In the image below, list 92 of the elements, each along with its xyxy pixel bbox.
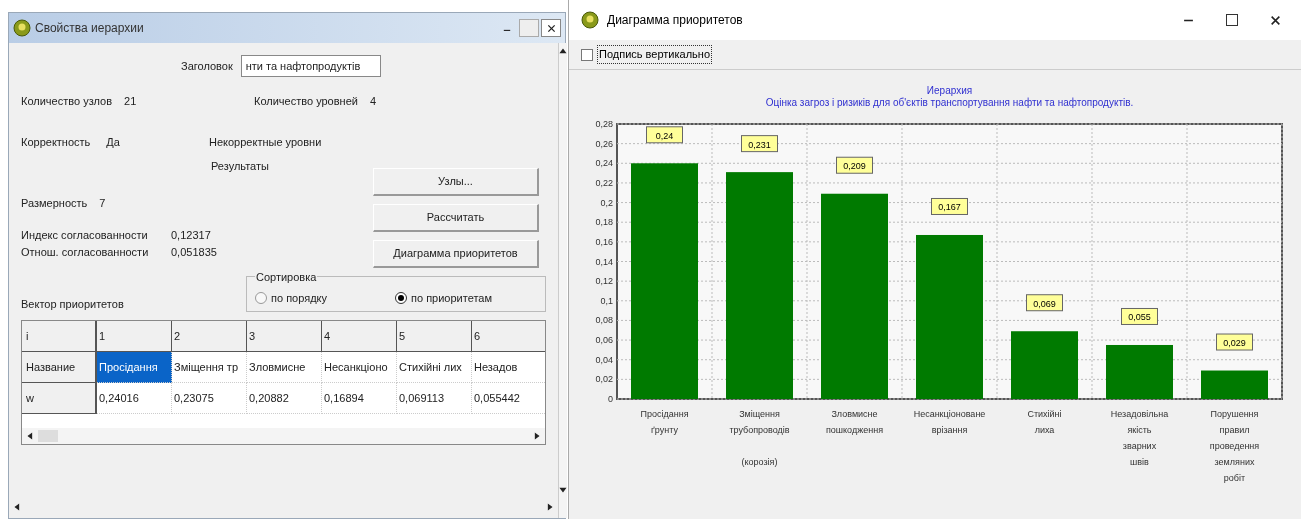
field-value: 7 bbox=[99, 195, 106, 211]
table-cell[interactable]: 2 bbox=[172, 321, 247, 352]
section-heading: Результаты bbox=[210, 159, 270, 174]
axis-tick-label: 0 bbox=[608, 394, 613, 404]
axis-tick-label: 0,14 bbox=[595, 256, 613, 267]
field-label: Количество уровней bbox=[254, 94, 358, 109]
table-cell[interactable]: 6 bbox=[472, 321, 545, 352]
category-label: Порушення правил проведення земляних робіт bbox=[1209, 409, 1260, 483]
close-button[interactable] bbox=[1270, 14, 1281, 26]
value-label: 0,209 bbox=[836, 156, 873, 174]
scroll-left-icon bbox=[26, 432, 34, 440]
row-header: w bbox=[22, 383, 97, 414]
vertical-scrollbar[interactable] bbox=[558, 43, 567, 518]
field-value: Да bbox=[106, 134, 120, 150]
action-button[interactable]: Рассчитать bbox=[373, 204, 539, 232]
field-value: 0,12317 bbox=[171, 228, 211, 243]
table-cell[interactable]: 0,055442 bbox=[472, 383, 545, 414]
table-cell[interactable]: Зловмисне bbox=[247, 352, 322, 383]
field-label: Количество узлов bbox=[21, 94, 113, 109]
field-value: 21 bbox=[124, 94, 137, 109]
table-cell[interactable]: Несанкціоно bbox=[322, 352, 397, 383]
field-label: Заголовок bbox=[181, 58, 233, 74]
scroll-down-icon bbox=[559, 486, 567, 494]
field-label: Отнош. согласованности bbox=[21, 244, 150, 260]
window-title: Диаграмма приоритетов bbox=[607, 12, 743, 29]
value-label: 0,069 bbox=[1026, 294, 1063, 312]
caption-field[interactable]: нти та нафтопродуктів bbox=[240, 55, 381, 77]
table-cell[interactable]: 0,20882 bbox=[247, 383, 322, 414]
axis-tick-label: 0,04 bbox=[595, 354, 613, 365]
value-label: 0,24 bbox=[646, 126, 683, 144]
axis-tick-label: 0,06 bbox=[595, 335, 613, 346]
table-cell[interactable]: 0,069113 bbox=[397, 383, 472, 414]
table-cell[interactable]: 3 bbox=[247, 321, 322, 352]
category-label: Зміщення трубопроводів (корозія) bbox=[729, 409, 790, 467]
chart-title: Иерархия Оцінка загроз і ризиків для об'єктів транспортування нафти та нафтопродуктів. bbox=[765, 85, 1134, 108]
category-label: Незадовільна якість зварних швів bbox=[1110, 409, 1169, 467]
table-cell[interactable]: 0,23075 bbox=[172, 383, 247, 414]
axis-tick-label: 0,02 bbox=[595, 374, 613, 385]
table-cell[interactable]: Стихійні лих bbox=[397, 352, 472, 383]
axis-tick-label: 0,12 bbox=[595, 276, 613, 287]
table-cell[interactable]: Зміщення тр bbox=[172, 352, 247, 383]
category-label: Просідання ґрунту bbox=[640, 409, 689, 435]
row-header: i bbox=[22, 321, 97, 352]
field-label: Корректность bbox=[21, 134, 91, 150]
radio-label[interactable]: по приоритетам bbox=[411, 289, 492, 307]
category-label: Зловмисне пошкодження bbox=[826, 409, 883, 435]
field-value: 0,051835 bbox=[171, 244, 217, 260]
table-cell[interactable]: 5 bbox=[397, 321, 472, 352]
value-label: 0,167 bbox=[931, 198, 968, 215]
maximize-button[interactable] bbox=[1226, 14, 1238, 26]
axis-tick-label: 0,28 bbox=[595, 119, 613, 129]
table-cell[interactable]: 0,16894 bbox=[322, 383, 397, 414]
value-label: 0,029 bbox=[1216, 333, 1253, 351]
radio-label[interactable]: по порядку bbox=[271, 289, 327, 307]
axis-tick-label: 0,18 bbox=[595, 217, 613, 228]
table-cell[interactable]: 4 bbox=[322, 321, 397, 352]
scroll-right-icon bbox=[533, 432, 541, 440]
scroll-up-icon bbox=[559, 47, 567, 55]
table-cell[interactable]: Просідання bbox=[97, 352, 172, 383]
close-icon bbox=[546, 23, 556, 33]
category-label: Стихійні лиха bbox=[1027, 409, 1062, 435]
section-label: Вектор приоритетов bbox=[21, 296, 125, 312]
field-value: 4 bbox=[369, 94, 377, 109]
axis-tick-label: 0,16 bbox=[595, 236, 613, 247]
app-icon bbox=[13, 19, 31, 37]
radio-button[interactable] bbox=[395, 292, 407, 304]
axis-tick-label: 0,08 bbox=[595, 315, 613, 326]
axis-tick-label: 0,22 bbox=[595, 177, 613, 188]
action-button[interactable]: Диаграмма приоритетов bbox=[373, 240, 539, 268]
scroll-right-icon bbox=[546, 503, 554, 511]
window-title: Свойства иерархии bbox=[35, 20, 144, 37]
field-label: Некорректные уровни bbox=[209, 134, 322, 150]
action-button[interactable]: Узлы... bbox=[373, 168, 539, 196]
field-label: Индекс согласованности bbox=[21, 228, 149, 243]
table-cell[interactable]: 0,24016 bbox=[97, 383, 172, 414]
close-button[interactable] bbox=[541, 19, 561, 37]
scroll-left-icon bbox=[13, 503, 21, 511]
value-label: 0,055 bbox=[1121, 308, 1158, 325]
axis-tick-label: 0,24 bbox=[595, 158, 613, 169]
field-label: Размерность bbox=[21, 195, 88, 211]
app-icon bbox=[581, 11, 599, 29]
table-cell[interactable]: Незадов bbox=[472, 352, 545, 383]
close-icon bbox=[1270, 14, 1281, 26]
axis-tick-label: 0,2 bbox=[600, 197, 613, 208]
horizontal-scrollbar[interactable] bbox=[22, 428, 545, 444]
axis-tick-label: 0,26 bbox=[595, 138, 613, 149]
radio-button[interactable] bbox=[255, 292, 267, 304]
row-header: Название bbox=[22, 352, 97, 383]
axis-tick-label: 0,1 bbox=[600, 295, 613, 306]
table-cell[interactable]: 1 bbox=[97, 321, 172, 352]
category-label: Несанкціоноване врізання bbox=[913, 409, 986, 435]
value-label: 0,231 bbox=[741, 135, 778, 153]
